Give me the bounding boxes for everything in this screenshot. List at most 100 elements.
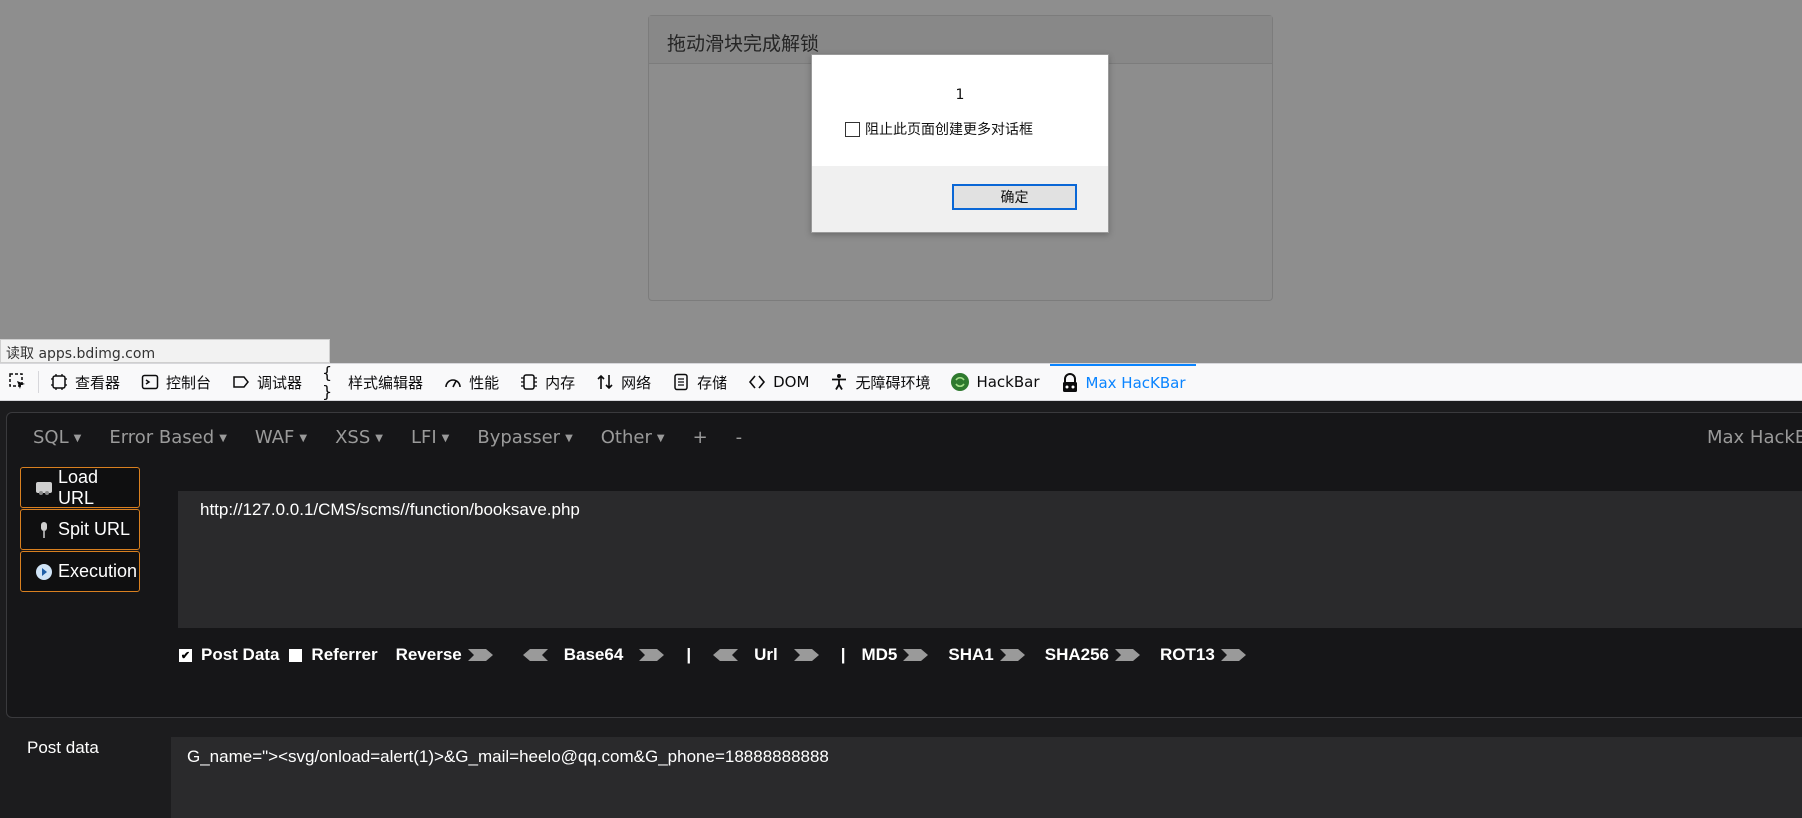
- console-icon: [140, 372, 160, 392]
- separator: |: [840, 645, 846, 664]
- reverse-label: Reverse: [395, 645, 462, 664]
- hackbar-brand: Max HackBar: [1707, 427, 1802, 448]
- hackbar-menu: SQL ▼ Error Based ▼ WAF ▼ XSS ▼ LFI ▼ Bypasse…: [33, 427, 770, 448]
- menu-label: LFI: [410, 427, 437, 448]
- suppress-dialogs-checkbox[interactable]: [845, 121, 860, 137]
- tab-label: DOM: [773, 373, 810, 391]
- tab-accessibility[interactable]: 无障碍环境: [819, 364, 940, 400]
- separator: |: [686, 645, 692, 664]
- menu-label: Error Based: [109, 427, 215, 448]
- sha1-button[interactable]: SHA1: [948, 645, 1030, 665]
- encode-arrow-icon: [999, 649, 1025, 661]
- hackbar-options-row: ✔ Post Data Referrer Reverse Base64 | Ur…: [179, 645, 1252, 665]
- encode-arrow-icon[interactable]: [639, 649, 665, 661]
- tab-dom[interactable]: DOM: [737, 364, 819, 400]
- menu-label: XSS: [335, 427, 371, 448]
- tab-label: HackBar: [976, 373, 1040, 391]
- md5-button[interactable]: MD5: [861, 645, 934, 665]
- url-encode-buttons[interactable]: Url: [707, 645, 825, 665]
- devtools-toolbar: 查看器 控制台 调试器 { } 样式编辑器 性能 内存 网络 存储 DOM 无障…: [0, 363, 1802, 401]
- tab-label: 网络: [621, 373, 652, 392]
- performance-icon: [443, 372, 463, 392]
- encode-arrow-icon: [1220, 649, 1246, 661]
- tab-memory[interactable]: 内存: [509, 364, 585, 400]
- menu-bypasser[interactable]: Bypasser ▼: [477, 427, 572, 448]
- post-data-heading: Post data: [27, 738, 99, 757]
- hackbar-icon: [950, 372, 970, 392]
- ok-button[interactable]: 确定: [952, 184, 1077, 210]
- split-url-label: Spit URL: [58, 519, 131, 539]
- suppress-dialogs-label[interactable]: 阻止此页面创建更多对话框: [865, 119, 1033, 139]
- load-url-button[interactable]: Load URL: [20, 467, 140, 508]
- sha256-button[interactable]: SHA256: [1045, 645, 1146, 665]
- tab-label: 内存: [545, 373, 576, 392]
- tab-storage[interactable]: 存储: [661, 364, 737, 400]
- menu-label: SQL: [33, 427, 69, 448]
- caret-down-icon: ▼: [656, 432, 665, 444]
- tab-performance[interactable]: 性能: [433, 364, 509, 400]
- encode-arrow-icon: [903, 649, 929, 661]
- decode-arrow-icon[interactable]: [522, 649, 548, 661]
- caret-down-icon: ▼: [299, 432, 308, 444]
- menu-lfi[interactable]: LFI ▼: [411, 427, 449, 448]
- url-label: Url: [754, 645, 778, 664]
- tab-max-hackbar[interactable]: Max HacKBar: [1049, 364, 1196, 400]
- referrer-toggle[interactable]: Referrer: [289, 645, 378, 665]
- storage-icon: [671, 372, 691, 392]
- post-data-input[interactable]: G_name="><svg/onload=alert(1)>&G_mail=he…: [171, 737, 1802, 818]
- tab-label: 性能: [469, 373, 500, 392]
- rot13-button[interactable]: ROT13: [1160, 645, 1252, 665]
- encode-arrow-icon: [467, 649, 493, 661]
- caret-down-icon: ▼: [375, 432, 383, 444]
- tab-console[interactable]: 控制台: [130, 364, 221, 400]
- tab-debugger[interactable]: 调试器: [221, 364, 312, 400]
- tab-style-editor[interactable]: { } 样式编辑器: [312, 363, 433, 401]
- split-url-button[interactable]: Spit URL: [20, 509, 140, 550]
- alert-footer: 确定: [812, 166, 1108, 232]
- menu-other[interactable]: Other ▼: [601, 427, 665, 448]
- max-hackbar-icon: [1060, 373, 1080, 393]
- load-url-label: Load URL: [57, 466, 99, 508]
- tab-label: Max HacKBar: [1085, 374, 1186, 392]
- base64-buttons[interactable]: Base64: [517, 645, 671, 665]
- element-picker-icon: [9, 373, 25, 389]
- menu-sql[interactable]: SQL ▼: [33, 427, 81, 448]
- split-url-icon: [34, 520, 54, 540]
- post-data-label: Post Data: [201, 645, 280, 664]
- tab-label: 调试器: [257, 373, 303, 392]
- caret-down-icon: ▼: [565, 432, 573, 444]
- network-icon: [595, 372, 615, 392]
- hackbar-frame: SQL ▼ Error Based ▼ WAF ▼ XSS ▼ LFI ▼ Bypasse…: [6, 412, 1802, 718]
- decode-arrow-icon[interactable]: [713, 649, 739, 661]
- tab-network[interactable]: 网络: [585, 364, 661, 400]
- accessibility-icon: [829, 372, 849, 392]
- tab-inspector[interactable]: 查看器: [39, 364, 130, 400]
- menu-label: WAF: [254, 427, 295, 448]
- menu-xss[interactable]: XSS ▼: [335, 427, 383, 448]
- suppress-dialogs-option[interactable]: 阻止此页面创建更多对话框: [845, 119, 1033, 139]
- menu-add[interactable]: +: [693, 427, 708, 448]
- menu-remove[interactable]: -: [736, 427, 743, 448]
- post-data-checkbox[interactable]: ✔: [179, 648, 192, 662]
- post-data-toggle[interactable]: ✔ Post Data: [179, 645, 279, 665]
- tab-hackbar[interactable]: HackBar: [940, 364, 1049, 400]
- sha256-label: SHA256: [1044, 645, 1109, 664]
- caret-down-icon: ▼: [219, 432, 227, 444]
- menu-error-based[interactable]: Error Based ▼: [109, 427, 227, 448]
- inspector-icon: [49, 372, 69, 392]
- menu-waf[interactable]: WAF ▼: [255, 427, 307, 448]
- execution-button[interactable]: Execution: [20, 551, 140, 592]
- element-picker-button[interactable]: [0, 371, 39, 393]
- url-input[interactable]: http://127.0.0.1/CMS/scms//function/book…: [178, 491, 1802, 628]
- referrer-checkbox[interactable]: [289, 648, 303, 662]
- load-url-icon: [34, 478, 54, 498]
- reverse-button[interactable]: Reverse: [396, 645, 499, 665]
- debugger-icon: [231, 372, 251, 392]
- memory-icon: [519, 372, 539, 392]
- referrer-label: Referrer: [311, 645, 378, 664]
- encode-arrow-icon[interactable]: [793, 649, 819, 661]
- max-hackbar-panel: SQL ▼ Error Based ▼ WAF ▼ XSS ▼ LFI ▼ Bypasse…: [0, 401, 1802, 818]
- sha1-label: SHA1: [948, 645, 994, 664]
- tab-label: 样式编辑器: [348, 373, 424, 392]
- rot13-label: ROT13: [1160, 645, 1215, 664]
